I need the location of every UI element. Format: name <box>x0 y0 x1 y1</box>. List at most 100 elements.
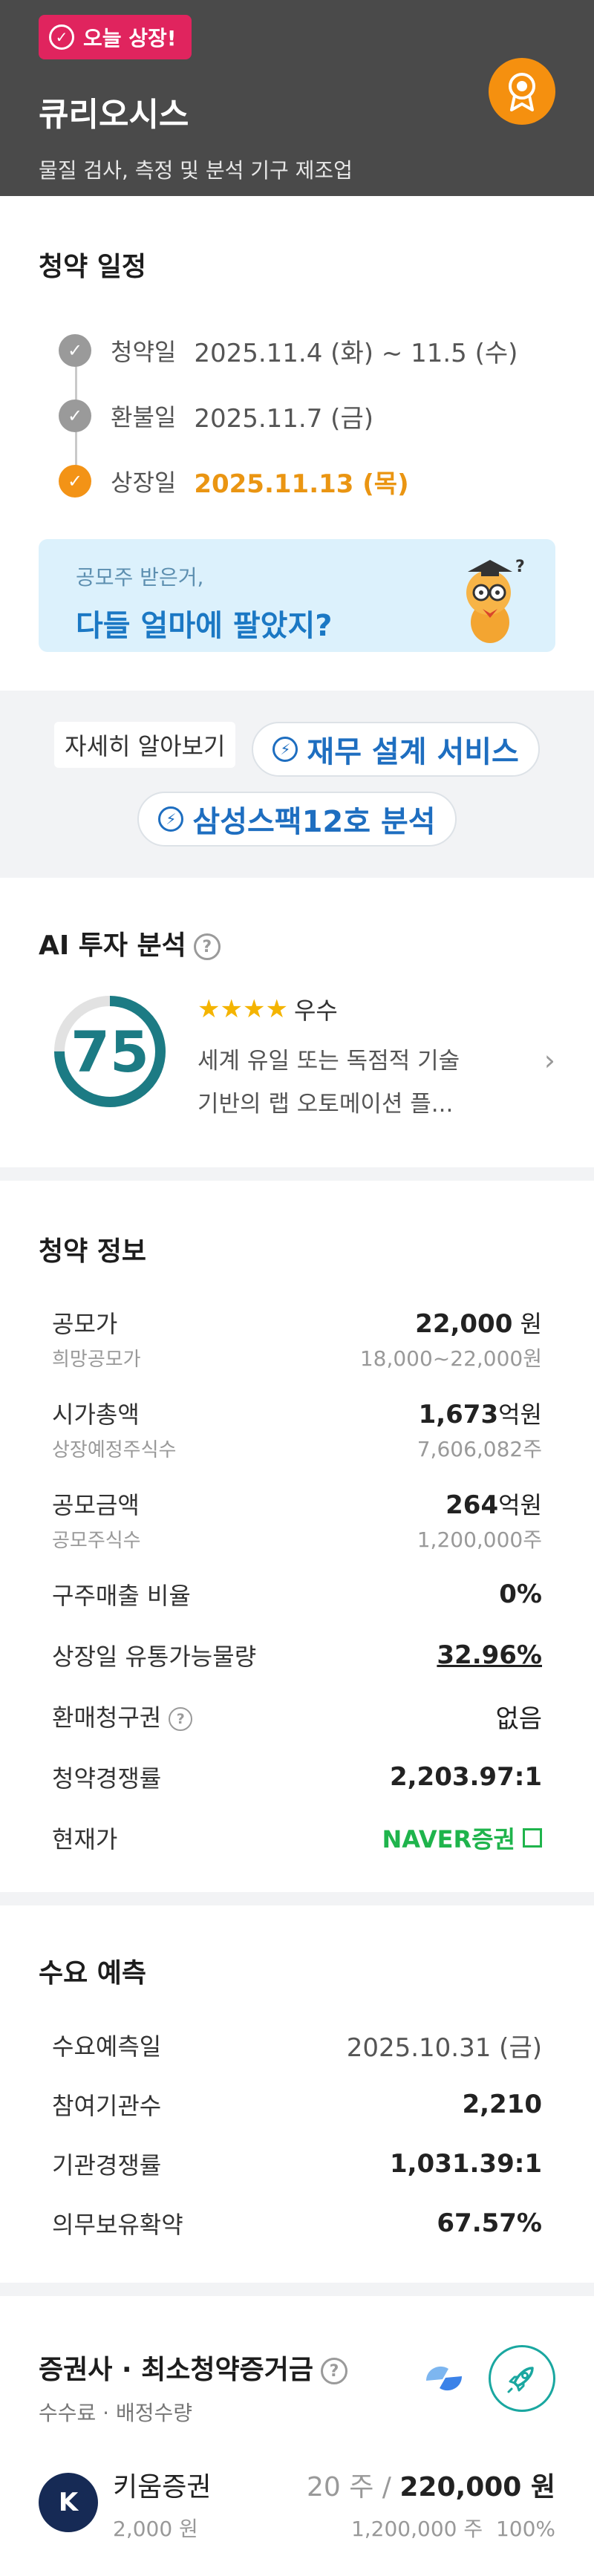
star-icon: ★ <box>198 994 221 1024</box>
brokers-subtitle: 수수료 · 배정수량 <box>39 2401 193 2425</box>
forecast-date: 2025.10.31 (금) <box>346 2032 542 2063</box>
institution-count: 2,210 <box>462 2090 542 2119</box>
info-subkey: 공모주식수 <box>52 1529 141 1552</box>
svg-text:?: ? <box>515 558 525 576</box>
demand-forecast-section: 수요 예측 수요예측일 2025.10.31 (금) 참여기관수 2,210 기관경… <box>0 1905 594 2283</box>
putback-label: 환매청구권 <box>52 1703 162 1732</box>
min-deposit: 220,000 원 <box>399 2472 555 2502</box>
check-icon: ✓ <box>59 400 91 432</box>
lockup-ratio: 67.57% <box>437 2208 542 2238</box>
info-key: 의무보유확약 <box>52 2211 183 2239</box>
timeline-date: 2025.11.4 (화) ~ 11.5 (수) <box>194 338 518 368</box>
rocket-button[interactable] <box>489 2345 555 2412</box>
company-description: 물질 검사, 측정 및 분석 기구 제조업 <box>39 158 353 183</box>
app-logo-icon[interactable] <box>423 2360 465 2397</box>
unit: 원 <box>512 1310 542 1338</box>
action-buttons: 자세히 알아보기 ⚡ 재무 설계 서비스 ⚡ 삼성스팩12호 분석 <box>0 691 594 878</box>
info-key: 공모금액 <box>52 1491 140 1519</box>
timeline-item: ✓ 청약일 2025.11.4 (화) ~ 11.5 (수) <box>39 318 555 383</box>
star-icon: ★ <box>220 994 243 1024</box>
broker-fee: 2,000 원 <box>113 2517 198 2541</box>
info-subkey: 희망공모가 <box>52 1348 141 1371</box>
page: ✓ 오늘 상장! 큐리오시스 물질 검사, 측정 및 분석 기구 제조업 청약 … <box>0 0 594 2576</box>
min-shares: 20 주 <box>306 2472 374 2502</box>
rating-label: 우수 <box>293 997 338 1025</box>
timeline-date: 2025.11.13 (목) <box>194 469 409 499</box>
bolt-icon: ⚡ <box>158 806 184 832</box>
putback-value: 없음 <box>495 1703 542 1734</box>
timeline-label: 환불일 <box>111 403 177 431</box>
institution-competition: 1,031.39:1 <box>389 2149 542 2179</box>
promo-banner[interactable]: 공모주 받은거, 다들 얼마에 팔았지? ? <box>39 539 555 652</box>
schedule-timeline: ✓ 청약일 2025.11.4 (화) ~ 11.5 (수) ✓ 환불일 202… <box>39 318 555 514</box>
allocation-percent: 100% <box>495 2517 555 2541</box>
unit: 억원 <box>498 1401 542 1429</box>
rating-stars: ★ ★ ★ ★ 우수 <box>198 992 532 1026</box>
rocket-icon <box>507 2367 534 2393</box>
offer-amount: 264 <box>446 1490 499 1520</box>
help-icon[interactable]: ? <box>169 1707 193 1731</box>
offer-shares: 1,200,000주 <box>417 1527 542 1552</box>
info-key: 시가총액 <box>52 1401 140 1429</box>
info-key: 구주매출 비율 <box>52 1582 191 1610</box>
external-link-icon <box>523 1828 542 1848</box>
medal-button[interactable] <box>489 58 555 125</box>
finance-service-button[interactable]: ⚡ 재무 설계 서비스 <box>252 722 540 777</box>
star-icon: ★ <box>242 994 266 1024</box>
desired-price: 18,000~22,000원 <box>359 1346 542 1371</box>
demand-title: 수요 예측 <box>39 1958 147 1989</box>
broker-name: 키움증권 <box>113 2472 212 2502</box>
info-key: 현재가 <box>52 1825 118 1853</box>
float-ratio-link[interactable]: 32.96% <box>437 1640 542 1670</box>
help-icon[interactable]: ? <box>193 933 221 960</box>
brokers-title-text: 증권사 · 최소청약증거금 <box>39 2355 313 2385</box>
market-cap: 1,673 <box>418 1400 499 1429</box>
star-icon: ★ <box>265 994 288 1024</box>
chevron-right-icon[interactable]: › <box>544 1044 555 1077</box>
bolt-icon: ⚡ <box>272 737 298 762</box>
score-value: 75 <box>71 1018 149 1085</box>
info-title: 청약 정보 <box>39 1236 147 1267</box>
kiwoom-logo-icon: K <box>39 2473 98 2532</box>
badge-label: 오늘 상장! <box>83 26 177 50</box>
timeline-item: ✓ 상장일 2025.11.13 (목) <box>39 449 555 514</box>
details-button[interactable]: 자세히 알아보기 <box>54 722 236 768</box>
listing-today-badge: ✓ 오늘 상장! <box>39 15 192 59</box>
check-icon: ✓ <box>59 465 91 498</box>
ai-summary-line: 세계 유일 또는 독점적 기술 <box>198 1048 460 1075</box>
company-name: 큐리오시스 <box>39 96 189 134</box>
info-key: 환매청구권? <box>52 1699 193 1733</box>
spac-analysis-label: 삼성스팩12호 분석 <box>192 805 436 839</box>
hero-header: ✓ 오늘 상장! 큐리오시스 물질 검사, 측정 및 분석 기구 제조업 <box>0 0 594 196</box>
timeline-item: ✓ 환불일 2025.11.7 (금) <box>39 383 555 449</box>
subscription-info-section: 청약 정보 공모가 22,000 원 희망공모가 18,000~22,000원 시가… <box>0 1181 594 1892</box>
old-share-ratio: 0% <box>499 1579 542 1609</box>
spac-analysis-button[interactable]: ⚡ 삼성스팩12호 분석 <box>137 792 457 847</box>
info-key: 공모가 <box>52 1310 118 1338</box>
naver-label: NAVER증권 <box>382 1825 515 1853</box>
brokers-title: 증권사 · 최소청약증거금? <box>39 2348 347 2387</box>
ai-analysis-section[interactable]: AI 투자 분석? 75 ★ ★ ★ ★ 우수 세계 유일 또는 독점적 기술 기반의… <box>0 878 594 1167</box>
mascot-icon: ? <box>466 558 525 643</box>
info-key: 수요예측일 <box>52 2032 162 2061</box>
info-key: 청약경쟁률 <box>52 1764 162 1793</box>
check-icon: ✓ <box>59 334 91 367</box>
broker-row[interactable]: K 키움증권 2,000 원 20 주 / 220,000 원 1,200,00… <box>39 2465 555 2543</box>
score-gauge: 75 <box>50 992 169 1111</box>
check-circle-icon: ✓ <box>49 25 74 50</box>
help-icon[interactable]: ? <box>320 2358 347 2384</box>
ai-title: AI 투자 분석? <box>39 924 555 962</box>
offer-price: 22,000 <box>415 1309 513 1339</box>
competition-rate: 2,203.97:1 <box>389 1762 542 1792</box>
schedule-section: 청약 일정 ✓ 청약일 2025.11.4 (화) ~ 11.5 (수) ✓ 환… <box>0 196 594 691</box>
schedule-title: 청약 일정 <box>39 252 147 282</box>
info-subkey: 상장예정주식수 <box>52 1438 177 1461</box>
info-key: 기관경쟁률 <box>52 2151 162 2179</box>
timeline-label: 청약일 <box>111 338 177 366</box>
brokers-section: 증권사 · 최소청약증거금? 수수료 · 배정수량 K 키움증권 2,000 원… <box>0 2296 594 2576</box>
ai-summary-line: 기반의 랩 오토메이션 플... <box>198 1091 454 1118</box>
listed-shares: 7,606,082주 <box>417 1437 542 1461</box>
naver-securities-link[interactable]: NAVER증권 <box>382 1821 542 1855</box>
finance-service-label: 재무 설계 서비스 <box>307 735 519 769</box>
medal-icon <box>509 73 535 111</box>
